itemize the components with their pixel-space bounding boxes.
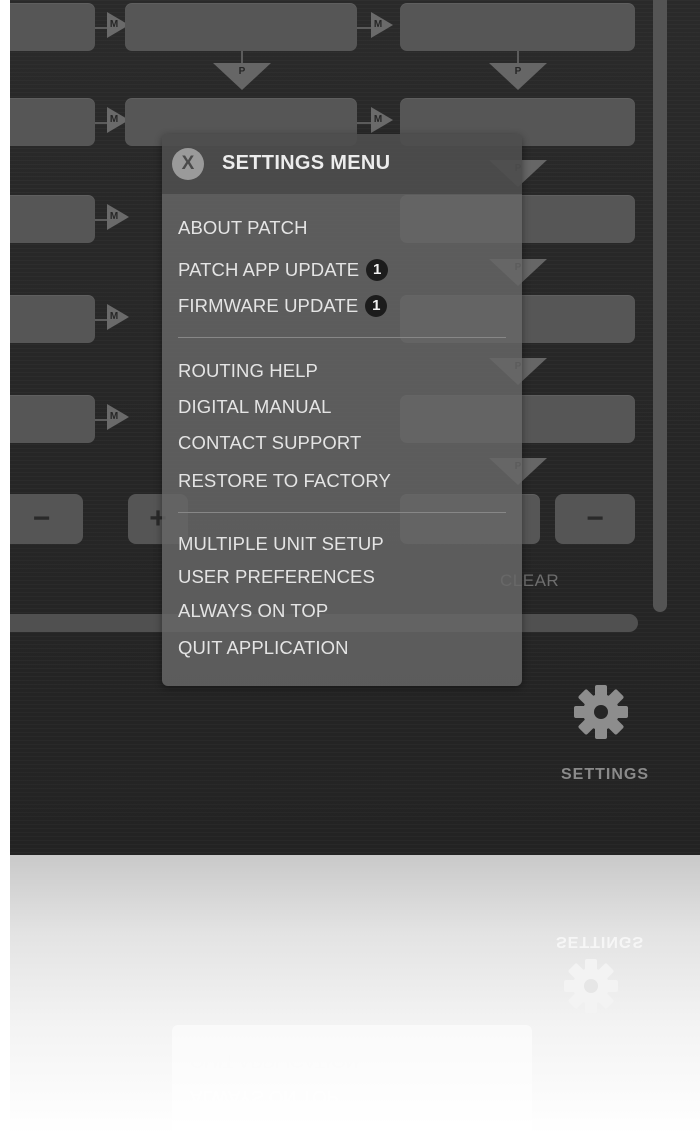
menu-item-always-on-top[interactable]: ALWAYS ON TOP [178,596,328,626]
patch-node-label: P [238,66,246,77]
menu-item-label: ROUTING HELP [178,360,318,381]
mixer-node-label: M [109,411,119,422]
routing-block[interactable] [400,3,635,51]
menu-item-restore-to-factory[interactable]: RESTORE TO FACTORY [178,466,391,496]
settings-menu: X SETTINGS MENU ABOUT PATCH PATCH APP UP… [162,134,522,686]
menu-item-label: PATCH APP UPDATE [178,259,360,280]
menu-title: SETTINGS MENU [222,152,391,174]
routing-connector [95,27,107,29]
menu-divider [178,512,506,513]
menu-item-label: CONTACT SUPPORT [178,432,362,453]
routing-block[interactable] [10,3,95,51]
menu-item-contact-support[interactable]: CONTACT SUPPORT [178,428,361,458]
menu-item-label: FIRMWARE UPDATE [178,295,359,316]
gear-icon[interactable] [572,683,630,741]
routing-block[interactable] [10,195,95,243]
routing-block[interactable] [125,3,357,51]
menu-item-multiple-unit-setup[interactable]: MULTIPLE UNIT SETUP [178,529,384,559]
routing-connector [95,419,107,421]
menu-item-user-preferences[interactable]: USER PREFERENCES [178,562,375,592]
menu-item-label: QUIT APPLICATION [178,637,349,658]
reflected-menu [172,1025,532,1134]
routing-connector [357,122,371,124]
notification-badge: 1 [365,295,388,317]
menu-item-label: USER PREFERENCES [178,566,375,587]
routing-block[interactable] [10,98,95,146]
menu-item-label: ALWAYS ON TOP [178,600,329,621]
menu-item-about-patch[interactable]: ABOUT PATCH [178,213,308,243]
menu-divider [178,337,506,338]
menu-item-firmware-update[interactable]: FIRMWARE UPDATE 1 [178,291,388,321]
close-icon: X [181,153,195,174]
vertical-scrollbar[interactable] [653,0,667,612]
mixer-node-label: M [109,114,119,125]
menu-item-patch-app-update[interactable]: PATCH APP UPDATE 1 [178,255,389,285]
reflected-always-label: ALWAYS ON TOP [190,1087,340,1108]
routing-connector [357,27,371,29]
settings-label[interactable]: SETTINGS [550,766,660,784]
reflected-quit-label: QUIT APPLICATION [190,1051,359,1072]
close-button[interactable]: X [172,148,204,180]
routing-connector [95,219,107,221]
routing-block[interactable] [10,395,95,443]
settings-menu-header: X SETTINGS MENU [162,134,522,194]
routing-connector [95,319,107,321]
reflected-gear-icon [564,959,618,1013]
minus-button[interactable]: − [10,494,83,544]
mixer-node-label: M [109,19,119,30]
routing-block[interactable] [10,295,95,343]
mixer-node-label: M [109,311,119,322]
menu-item-label: DIGITAL MANUAL [178,396,332,417]
menu-item-digital-manual[interactable]: DIGITAL MANUAL [178,392,332,422]
minus-button[interactable]: − [555,494,635,544]
menu-item-label: ABOUT PATCH [178,217,308,238]
routing-connector [95,122,107,124]
menu-item-label: RESTORE TO FACTORY [178,470,391,491]
menu-item-label: MULTIPLE UNIT SETUP [178,533,384,554]
mixer-node-label: M [109,211,119,222]
menu-item-routing-help[interactable]: ROUTING HELP [178,356,318,386]
mixer-node-label: M [373,114,383,125]
menu-item-quit-application[interactable]: QUIT APPLICATION [178,633,349,663]
notification-badge: 1 [366,259,389,281]
patch-connector [241,51,243,63]
reflected-settings-label: SETTINGS [555,933,644,950]
patch-connector [517,51,519,63]
mixer-node-label: M [373,19,383,30]
patch-node-label: P [514,66,522,77]
